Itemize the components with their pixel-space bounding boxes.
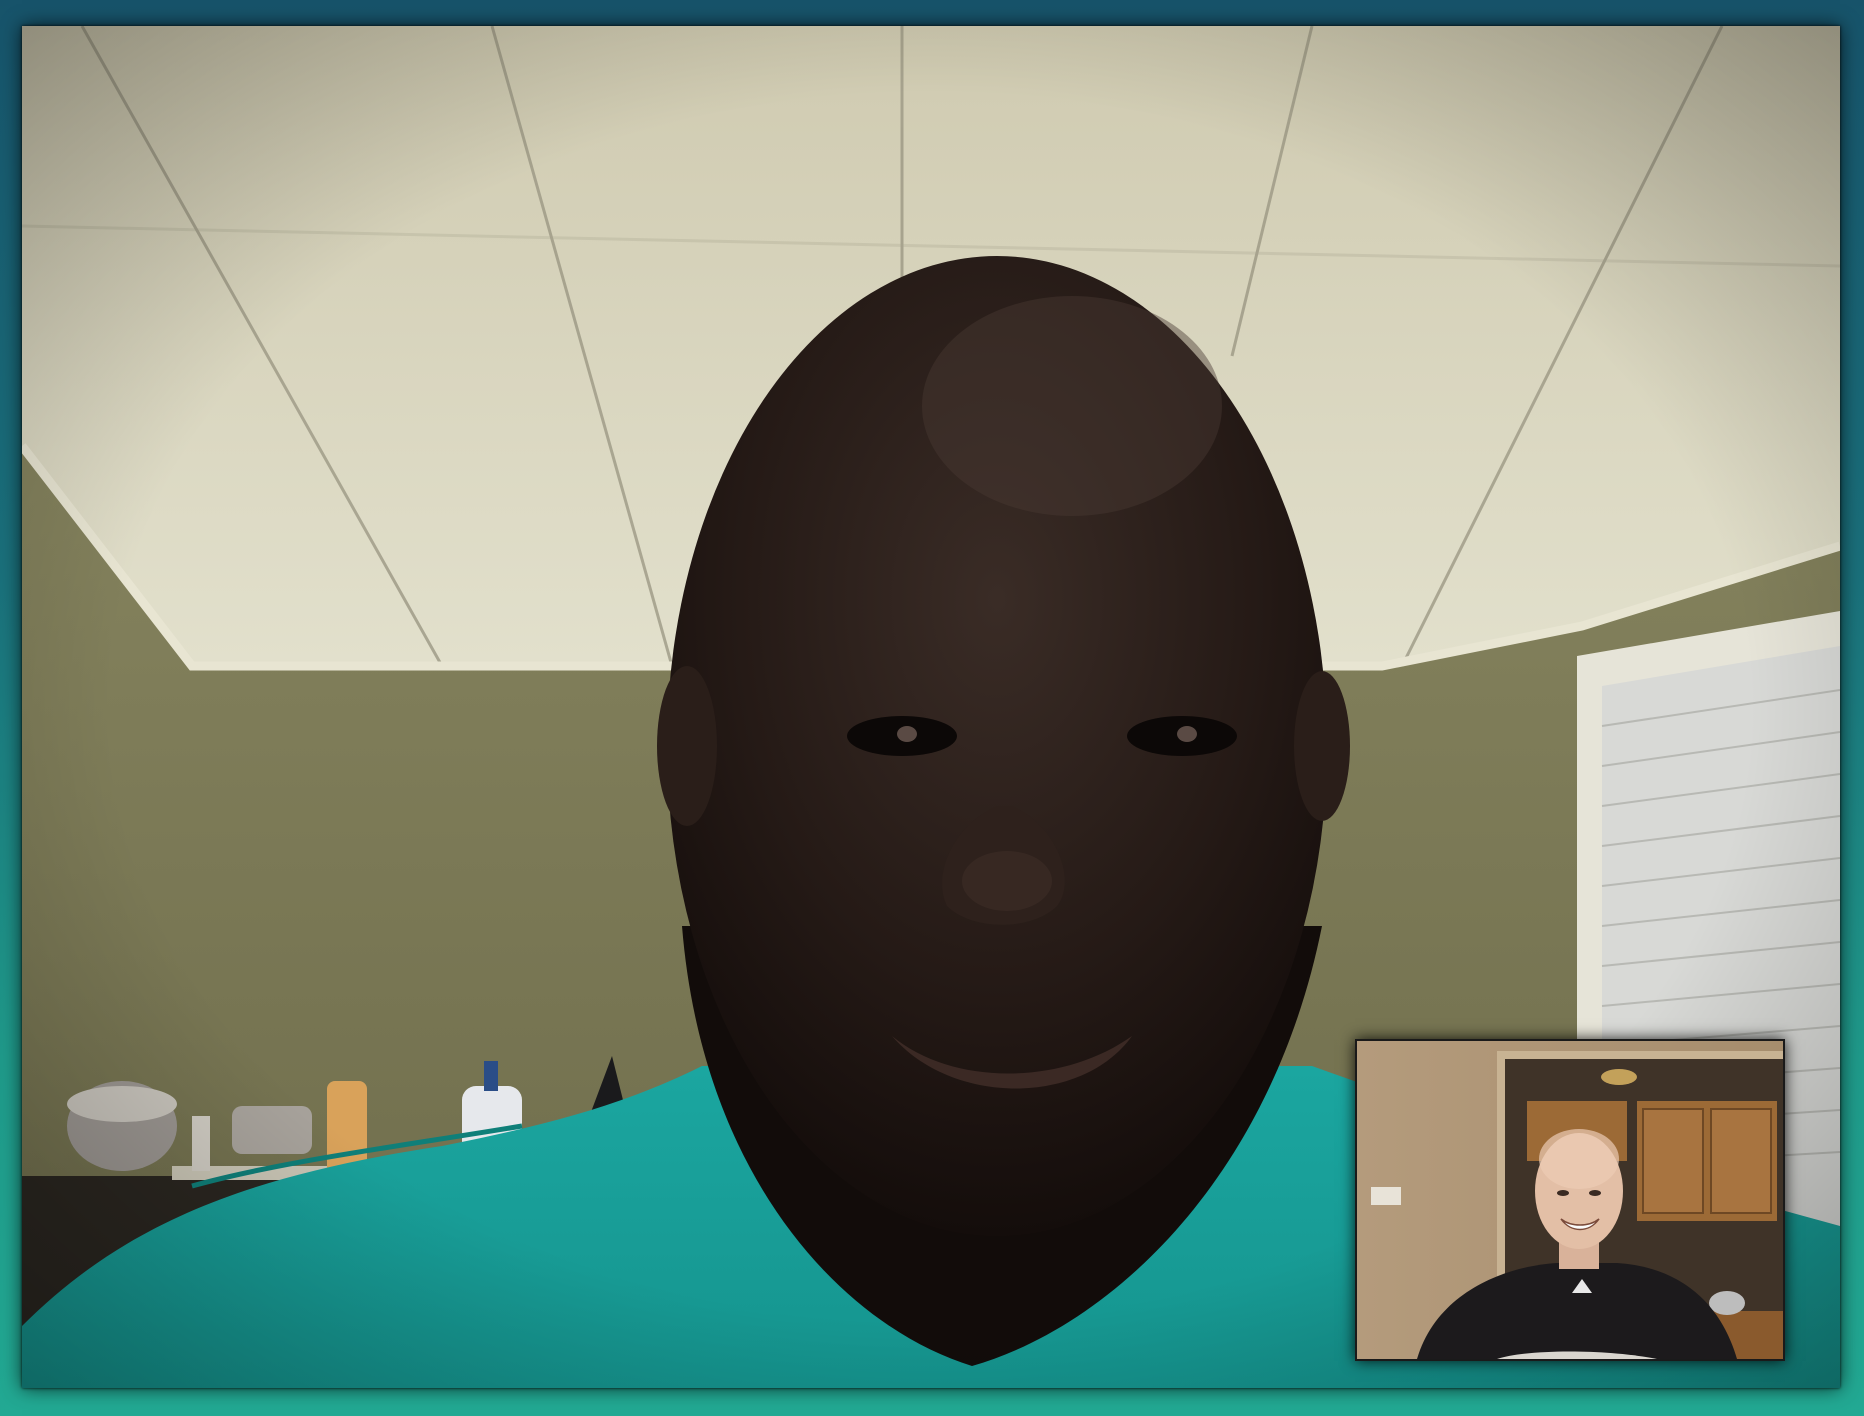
self-view-image: [1357, 1041, 1783, 1359]
video-call-window: [0, 0, 1864, 1416]
self-view-video[interactable]: [1355, 1039, 1785, 1361]
